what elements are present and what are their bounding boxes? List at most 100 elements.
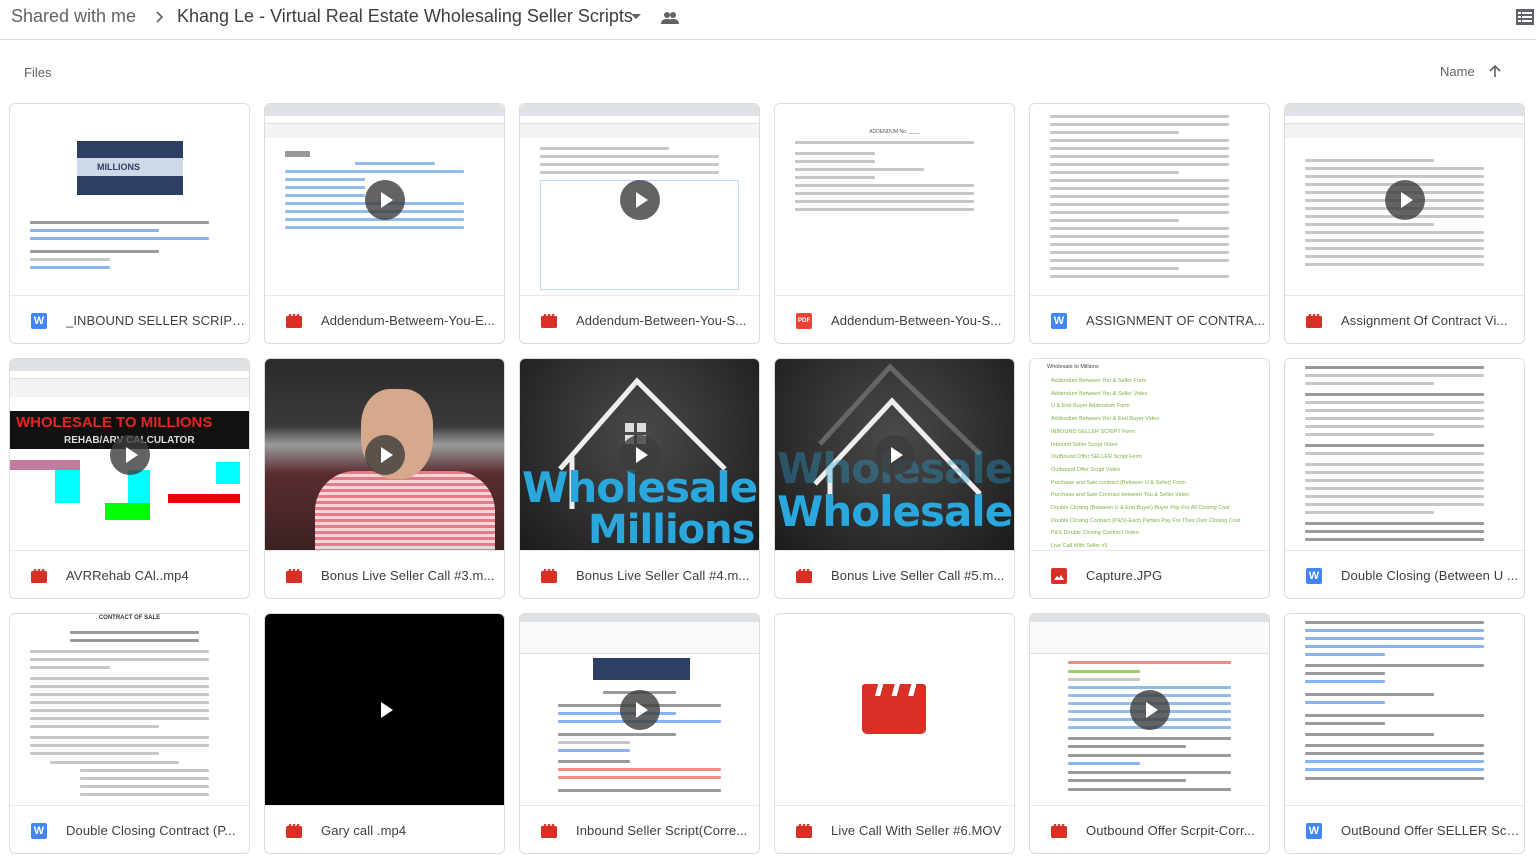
file-thumbnail: Wholesale Millions bbox=[520, 359, 759, 550]
file-card[interactable]: MILLIONS W _INBOUND SELLER SCRIPT ... bbox=[9, 103, 250, 344]
video-file-icon bbox=[796, 823, 812, 838]
video-file-icon bbox=[286, 568, 302, 583]
file-name[interactable]: Outbound Offer Scrpit-Corr... bbox=[1086, 823, 1255, 838]
link-list-item: Purchase and Sale Contract between You &… bbox=[1051, 492, 1190, 499]
file-name[interactable]: Bonus Live Seller Call #3.m... bbox=[321, 568, 495, 583]
video-file-icon bbox=[31, 568, 47, 583]
file-grid: MILLIONS W _INBOUND SELLER SCRIPT ... Ad… bbox=[9, 103, 1525, 854]
file-card[interactable]: Outbound Offer Scrpit-Corr... bbox=[1029, 613, 1270, 854]
file-card[interactable]: Wholesale Wholesale Bonus Live Seller Ca… bbox=[774, 358, 1015, 599]
file-thumbnail: Wholesale to Millions Addendum Between Y… bbox=[1030, 359, 1269, 550]
millions-banner: MILLIONS bbox=[77, 141, 183, 195]
file-name[interactable]: Gary call .mp4 bbox=[321, 823, 406, 838]
file-thumbnail bbox=[1030, 104, 1269, 295]
play-button[interactable] bbox=[619, 434, 660, 475]
file-name[interactable]: Double Closing Contract (P... bbox=[66, 823, 236, 838]
file-name[interactable]: Bonus Live Seller Call #4.m... bbox=[576, 568, 750, 583]
link-list-item: Double Closing Contract (P&S)-Each Parti… bbox=[1051, 517, 1241, 524]
logo-text-millions: Millions bbox=[588, 507, 755, 550]
video-file-icon bbox=[286, 313, 302, 328]
file-name[interactable]: AVRRehab CAl..mp4 bbox=[66, 568, 189, 583]
sort-by-name-button[interactable]: Name bbox=[1440, 64, 1475, 79]
video-file-icon bbox=[541, 313, 557, 328]
video-file-icon bbox=[1051, 823, 1067, 838]
file-thumbnail: WHOLESALE TO MILLIONS REHAB/ARV CALCULAT… bbox=[10, 359, 249, 550]
file-name[interactable]: Live Call With Seller #6.MOV bbox=[831, 823, 1001, 838]
file-thumbnail bbox=[1030, 614, 1269, 805]
addendum-heading: ADDENDUM No. ____ bbox=[869, 129, 920, 135]
link-list-item: Live Call With Seller #1 bbox=[1051, 543, 1108, 550]
file-thumbnail: ADDENDUM No. ____ bbox=[775, 104, 1014, 295]
file-card[interactable]: Wholesale Millions Bonus Live Seller Cal… bbox=[519, 358, 760, 599]
file-card[interactable]: Bonus Live Seller Call #3.m... bbox=[264, 358, 505, 599]
file-thumbnail: CONTRACT OF SALE bbox=[10, 614, 249, 805]
file-name[interactable]: ASSIGNMENT OF CONTRA... bbox=[1086, 313, 1265, 328]
link-list-item: Inbound Seller Script Video bbox=[1051, 441, 1118, 448]
file-name[interactable]: Double Closing (Between U ... bbox=[1341, 568, 1518, 583]
file-thumbnail bbox=[1285, 359, 1524, 550]
breadcrumb-shared-with-me[interactable]: Shared with me bbox=[11, 6, 136, 27]
play-button[interactable] bbox=[619, 179, 660, 220]
file-thumbnail bbox=[265, 359, 504, 550]
file-card[interactable]: Addendum-Betweem-You-E... bbox=[264, 103, 505, 344]
file-card[interactable]: W ASSIGNMENT OF CONTRA... bbox=[1029, 103, 1270, 344]
play-button[interactable] bbox=[619, 689, 660, 730]
word-doc-icon: W bbox=[1306, 822, 1322, 839]
file-card[interactable]: Assignment Of Contract Vi... bbox=[1284, 103, 1525, 344]
video-file-icon bbox=[1306, 313, 1322, 328]
file-card[interactable]: Live Call With Seller #6.MOV bbox=[774, 613, 1015, 854]
contract-heading: CONTRACT OF SALE bbox=[98, 615, 161, 621]
link-list-item: Addendum Between You & Seller Video bbox=[1051, 390, 1148, 397]
file-thumbnail: Wholesale Wholesale bbox=[775, 359, 1014, 550]
play-button[interactable] bbox=[874, 434, 915, 475]
file-card[interactable]: Inbound Seller Script(Corre... bbox=[519, 613, 760, 854]
list-view-icon[interactable] bbox=[1516, 9, 1534, 25]
chevron-right-icon bbox=[156, 11, 164, 23]
video-file-icon bbox=[541, 823, 557, 838]
link-list-item: Outbound Offer Script Video bbox=[1051, 466, 1120, 473]
file-thumbnail bbox=[520, 104, 759, 295]
calculator-title: WHOLESALE TO MILLIONS bbox=[16, 414, 213, 431]
link-list-item: P&S Double Closing Contract Video bbox=[1051, 530, 1139, 537]
breadcrumb-current-folder[interactable]: Khang Le - Virtual Real Estate Wholesali… bbox=[177, 6, 633, 27]
file-name[interactable]: Addendum-Between-You-S... bbox=[576, 313, 746, 328]
file-name[interactable]: Bonus Live Seller Call #5.m... bbox=[831, 568, 1005, 583]
play-button[interactable] bbox=[109, 434, 150, 475]
file-name[interactable]: Addendum-Betweem-You-E... bbox=[321, 313, 495, 328]
file-name[interactable]: _INBOUND SELLER SCRIPT ... bbox=[66, 313, 246, 328]
link-list-item: U & End Buyer Addendum Form bbox=[1051, 403, 1130, 410]
arrow-up-icon[interactable] bbox=[1487, 63, 1503, 79]
play-button[interactable] bbox=[364, 179, 405, 220]
play-button[interactable] bbox=[364, 434, 405, 475]
file-thumbnail bbox=[520, 614, 759, 805]
link-list: Addendum Between You & Seller Form Addend… bbox=[1051, 375, 1240, 550]
list-heading: Wholesale to Millions bbox=[1047, 364, 1099, 370]
file-card[interactable]: Wholesale to Millions Addendum Between Y… bbox=[1029, 358, 1270, 599]
caret-down-icon[interactable] bbox=[631, 14, 641, 19]
file-card[interactable]: Gary call .mp4 bbox=[264, 613, 505, 854]
file-card[interactable]: WHOLESALE TO MILLIONS REHAB/ARV CALCULAT… bbox=[9, 358, 250, 599]
file-thumbnail bbox=[265, 614, 504, 805]
people-icon bbox=[661, 12, 679, 24]
play-button[interactable] bbox=[365, 690, 405, 730]
file-card[interactable]: CONTRACT OF SALE W Double Closing Contra… bbox=[9, 613, 250, 854]
file-card[interactable]: W OutBound Offer SELLER Scr... bbox=[1284, 613, 1525, 854]
file-name[interactable]: Assignment Of Contract Vi... bbox=[1341, 313, 1508, 328]
link-list-item: Double Closing (Between U & End Buyer) B… bbox=[1051, 505, 1230, 512]
file-name[interactable]: Capture.JPG bbox=[1086, 568, 1162, 583]
file-card[interactable]: Addendum-Between-You-S... bbox=[519, 103, 760, 344]
video-file-icon bbox=[541, 568, 557, 583]
word-doc-icon: W bbox=[1051, 312, 1067, 329]
file-name[interactable]: Addendum-Between-You-S... bbox=[831, 313, 1001, 328]
word-doc-icon: W bbox=[31, 822, 47, 839]
pdf-file-icon: PDF bbox=[796, 312, 812, 329]
play-button[interactable] bbox=[1129, 689, 1170, 730]
link-list-item: OutBound Offer SELLER Script Form bbox=[1051, 454, 1142, 461]
file-card[interactable]: ADDENDUM No. ____ PDF Addendum-Between-Y… bbox=[774, 103, 1015, 344]
file-card[interactable]: W Double Closing (Between U ... bbox=[1284, 358, 1525, 599]
play-button[interactable] bbox=[1384, 179, 1425, 220]
file-name[interactable]: OutBound Offer SELLER Scr... bbox=[1341, 823, 1521, 838]
file-name[interactable]: Inbound Seller Script(Corre... bbox=[576, 823, 747, 838]
video-file-icon bbox=[796, 568, 812, 583]
word-doc-icon: W bbox=[31, 312, 47, 329]
